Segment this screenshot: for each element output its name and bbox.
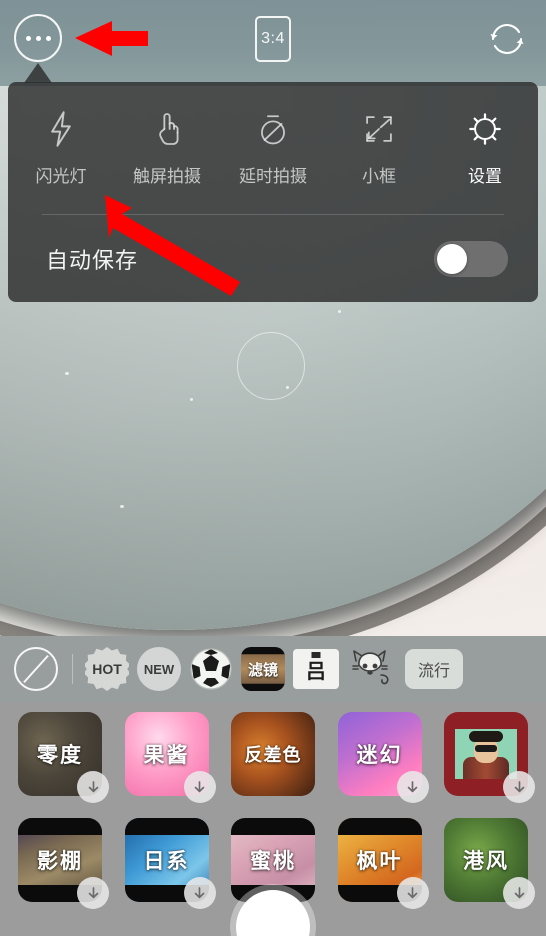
filter-pack-icon: 滤镜 bbox=[241, 647, 285, 691]
category-filter-pack-label: 滤镜 bbox=[247, 661, 278, 679]
category-id-card[interactable]: 吕 bbox=[293, 649, 339, 689]
filter-label: 果酱 bbox=[143, 744, 190, 767]
filter-cell-fanchase[interactable]: 反差色 bbox=[231, 712, 315, 796]
aspect-ratio-label: 3:4 bbox=[261, 30, 285, 47]
filter-category-bar: HOT NEW 滤镜 吕 流行 bbox=[0, 636, 546, 702]
camera-options-panel: 闪光灯 触屏拍摄 延时拍摄 小框 设置 自动保存 bbox=[8, 82, 538, 302]
category-none[interactable] bbox=[14, 647, 58, 691]
category-filter-pack[interactable]: 滤镜 bbox=[241, 647, 285, 691]
no-filter-icon bbox=[14, 647, 58, 691]
filter-cell-lingdu[interactable]: 零度 bbox=[18, 712, 109, 803]
small-frame-icon bbox=[362, 104, 396, 154]
download-arrow-icon[interactable] bbox=[183, 877, 216, 909]
filter-grid-row: 影棚 日系 蜜桃 枫叶 港风 bbox=[0, 796, 546, 909]
switch-camera-button[interactable] bbox=[484, 16, 530, 62]
download-arrow-icon[interactable] bbox=[396, 877, 429, 909]
portrait-sunglasses bbox=[475, 745, 497, 752]
top-toolbar: 3:4 bbox=[0, 0, 546, 78]
filter-label: 枫叶 bbox=[356, 850, 403, 873]
download-arrow-icon[interactable] bbox=[503, 771, 535, 803]
menu-item-flash[interactable]: 闪光灯 bbox=[11, 104, 111, 187]
autosave-toggle-knob bbox=[437, 243, 467, 274]
camera-options-row: 闪光灯 触屏拍摄 延时拍摄 小框 设置 bbox=[8, 82, 538, 214]
panel-pointer bbox=[24, 63, 52, 83]
download-arrow-icon[interactable] bbox=[503, 877, 535, 909]
soccer-ball-icon bbox=[190, 648, 232, 690]
filter-label: 零度 bbox=[37, 744, 83, 767]
filter-label: 迷幻 bbox=[356, 744, 403, 767]
menu-item-settings[interactable]: 设置 bbox=[435, 104, 535, 187]
filter-cell-mihuan[interactable]: 迷幻 bbox=[337, 712, 429, 803]
preview-speck bbox=[338, 310, 341, 313]
preview-speck bbox=[65, 372, 69, 375]
filter-label: 日系 bbox=[143, 850, 190, 873]
flash-icon bbox=[46, 104, 76, 154]
category-cat-stickers[interactable] bbox=[347, 647, 397, 691]
menu-item-settings-label: 设置 bbox=[468, 167, 502, 186]
preview-speck bbox=[190, 398, 193, 401]
filter-cell-rixi[interactable]: 日系 bbox=[124, 818, 216, 909]
menu-item-timer-label: 延时拍摄 bbox=[239, 167, 307, 186]
focus-ring bbox=[237, 332, 305, 400]
touch-shoot-hand-icon bbox=[152, 104, 182, 154]
filter-cell-guojiang[interactable]: 果酱 bbox=[124, 712, 216, 803]
category-sports[interactable] bbox=[189, 647, 233, 691]
category-new[interactable]: NEW bbox=[137, 647, 181, 691]
switch-camera-icon bbox=[490, 23, 524, 55]
timer-off-icon bbox=[256, 104, 290, 154]
download-arrow-icon[interactable] bbox=[183, 771, 216, 803]
trending-pill-icon: 流行 bbox=[405, 649, 464, 689]
preview-speck bbox=[120, 505, 124, 508]
autosave-toggle[interactable] bbox=[434, 240, 508, 277]
filter-cell-gangfeng[interactable]: 港风 bbox=[444, 818, 535, 909]
menu-item-flash-label: 闪光灯 bbox=[35, 167, 87, 186]
filter-label: 港风 bbox=[463, 850, 509, 873]
aspect-ratio-button[interactable]: 3:4 bbox=[255, 16, 291, 62]
category-hot-label: HOT bbox=[92, 661, 122, 677]
menu-item-small-frame-label: 小框 bbox=[362, 167, 396, 186]
filter-grid-row: 零度 果酱 反差色 迷幻 bbox=[0, 702, 546, 803]
filter-label: 反差色 bbox=[244, 745, 302, 765]
portrait-photo-preview bbox=[455, 729, 517, 779]
menu-item-touch-shoot[interactable]: 触屏拍摄 bbox=[117, 104, 217, 187]
category-hot[interactable]: HOT bbox=[85, 647, 129, 691]
category-trending-label: 流行 bbox=[418, 663, 451, 680]
camera-app-screen: 3:4 闪光灯 触屏拍摄 延时拍摄 小框 设置 自动保存 HOT NEW 滤镜 … bbox=[0, 0, 546, 936]
filter-cell-portrait-preset[interactable] bbox=[444, 712, 535, 803]
category-new-label: NEW bbox=[143, 661, 175, 677]
filter-label: 影棚 bbox=[37, 850, 83, 873]
filter-cell-yingpeng[interactable]: 影棚 bbox=[18, 818, 109, 909]
menu-item-timer[interactable]: 延时拍摄 bbox=[223, 104, 323, 187]
menu-item-small-frame[interactable]: 小框 bbox=[329, 104, 429, 187]
autosave-row[interactable]: 自动保存 bbox=[8, 215, 538, 302]
hot-badge-icon: HOT bbox=[85, 647, 129, 691]
filter-thumbnail: 反差色 bbox=[231, 712, 315, 796]
category-id-card-label: 吕 bbox=[306, 660, 326, 683]
more-options-button[interactable] bbox=[14, 14, 62, 62]
portrait-hat bbox=[469, 731, 503, 742]
id-card-icon: 吕 bbox=[293, 649, 339, 689]
new-badge-icon: NEW bbox=[137, 647, 181, 691]
download-arrow-icon[interactable] bbox=[77, 771, 109, 803]
download-arrow-icon[interactable] bbox=[396, 771, 429, 803]
cat-face-icon bbox=[352, 650, 389, 685]
category-separator bbox=[72, 654, 73, 684]
three-dots-icon bbox=[25, 35, 51, 41]
autosave-label: 自动保存 bbox=[46, 247, 139, 273]
menu-item-touch-shoot-label: 触屏拍摄 bbox=[133, 167, 201, 186]
gear-icon bbox=[466, 104, 504, 154]
filter-label: 蜜桃 bbox=[250, 850, 296, 873]
filter-cell-fengye[interactable]: 枫叶 bbox=[337, 818, 429, 909]
category-trending[interactable]: 流行 bbox=[405, 649, 464, 689]
download-arrow-icon[interactable] bbox=[77, 877, 109, 909]
